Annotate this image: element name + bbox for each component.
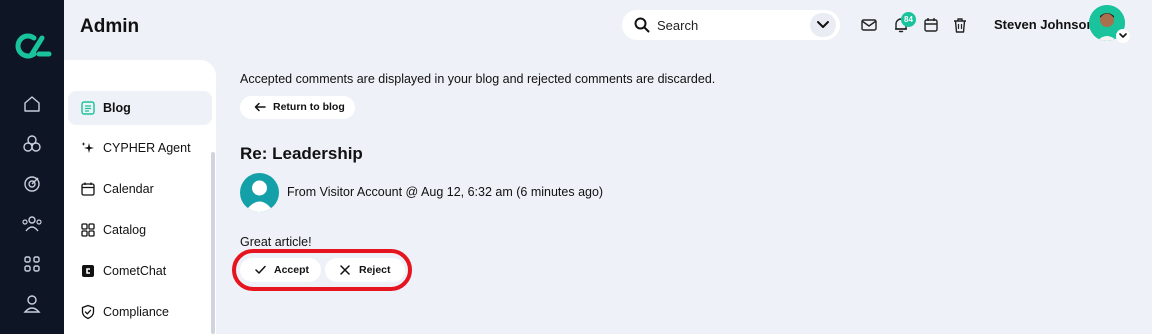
search-bar[interactable]: Search — [622, 10, 840, 40]
calendar-icon[interactable] — [922, 16, 940, 34]
sidebar-item-label: CYPHER Agent — [103, 141, 191, 155]
sidebar-item-blog[interactable]: Blog — [68, 91, 212, 125]
account-menu-button[interactable] — [1116, 29, 1130, 43]
sidebar-item-cometchat[interactable]: CometChat — [68, 254, 212, 288]
sidebar-item-cypher-agent[interactable]: CYPHER Agent — [68, 131, 212, 165]
sidebar-item-calendar[interactable]: Calendar — [68, 172, 212, 206]
comment-meta: From Visitor Account @ Aug 12, 6:32 am (… — [287, 185, 604, 199]
trash-icon[interactable] — [951, 16, 969, 34]
arrow-left-icon — [254, 102, 266, 112]
comment-title: Re: Leadership — [240, 144, 363, 163]
home-icon[interactable] — [21, 93, 43, 115]
catalog-grid-icon — [81, 223, 95, 237]
intro-text: Accepted comments are displayed in your … — [240, 72, 716, 86]
reject-button[interactable]: Reject — [325, 258, 405, 282]
chevron-down-icon — [1119, 33, 1127, 38]
target-icon[interactable] — [21, 173, 43, 195]
notification-badge: 84 — [901, 12, 916, 27]
accept-button[interactable]: Accept — [240, 258, 321, 282]
app-rail — [0, 0, 64, 334]
sidebar-item-compliance[interactable]: Compliance — [68, 295, 212, 329]
sidebar-item-label: CometChat — [103, 264, 167, 278]
logo-icon[interactable] — [12, 30, 52, 62]
sidebar-item-label: Blog — [103, 101, 131, 115]
reject-label: Reject — [359, 264, 391, 276]
sidebar-item-label: Compliance — [103, 305, 170, 319]
sparkle-icon — [81, 142, 94, 153]
check-icon — [255, 265, 266, 274]
cometchat-icon — [82, 265, 94, 277]
sidebar-item-catalog[interactable]: Catalog — [68, 213, 212, 247]
search-dropdown-button[interactable] — [810, 13, 836, 37]
mail-icon[interactable] — [860, 16, 878, 34]
modules-icon[interactable] — [21, 133, 43, 155]
person-icon — [245, 180, 274, 212]
return-to-blog-button[interactable]: Return to blog — [240, 96, 355, 119]
calendar-icon — [81, 182, 95, 196]
chevron-down-icon — [817, 21, 829, 28]
blog-icon — [81, 101, 95, 115]
sidebar-scrollbar[interactable] — [211, 152, 215, 334]
visitor-avatar — [240, 173, 279, 212]
user-name[interactable]: Steven Johnson — [994, 17, 1094, 32]
sidebar-item-label: Catalog — [103, 223, 147, 237]
apps-grid-icon[interactable] — [21, 253, 43, 275]
sidebar: Blog CYPHER Agent Calendar Catalog Comet… — [64, 60, 216, 334]
close-icon — [340, 265, 350, 275]
users-icon[interactable] — [21, 213, 43, 235]
comment-body: Great article! — [240, 235, 312, 249]
sidebar-item-label: Calendar — [103, 182, 154, 196]
search-icon — [634, 17, 650, 33]
profile-icon[interactable] — [21, 293, 43, 315]
page-title: Admin — [80, 16, 140, 37]
accept-label: Accept — [274, 264, 310, 276]
shield-check-icon — [81, 304, 95, 320]
return-to-blog-label: Return to blog — [273, 101, 345, 113]
search-placeholder: Search — [657, 18, 699, 33]
